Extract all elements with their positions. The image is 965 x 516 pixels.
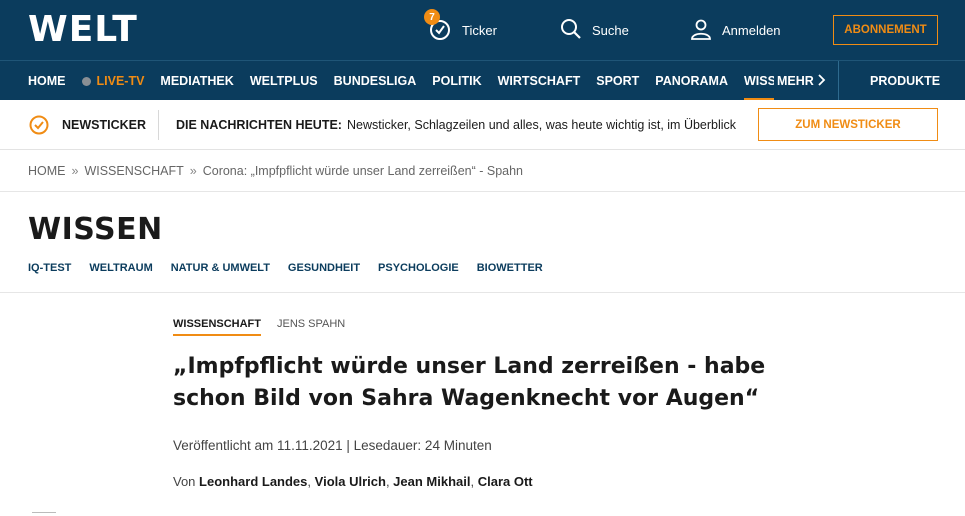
author-link[interactable]: Clara Ott <box>478 474 533 489</box>
section-subnav: IQ-TEST WELTRAUM NATUR & UMWELT GESUNDHE… <box>28 262 561 274</box>
article-topics: WISSENSCHAFT JENS SPAHN <box>173 318 345 336</box>
main-nav: HOME LIVE-TV MEDIATHEK WELTPLUS BUNDESLI… <box>0 60 965 101</box>
nav-item-panorama[interactable]: PANORAMA <box>655 74 728 88</box>
nav-item-live-tv[interactable]: LIVE-TV <box>81 74 145 88</box>
article-meta: Veröffentlicht am 11.11.2021 | Lesedauer… <box>173 438 492 453</box>
nav-products-button[interactable]: PRODUKTE <box>870 61 940 101</box>
nav-more-label: MEHR <box>777 74 814 88</box>
nav-divider <box>838 61 839 101</box>
nav-more-button[interactable]: MEHR <box>777 61 826 101</box>
authors-prefix: Von <box>173 474 196 489</box>
live-dot-icon <box>81 76 91 86</box>
subnav-item-gesundheit[interactable]: GESUNDHEIT <box>288 262 360 274</box>
login-button[interactable]: Anmelden <box>690 0 781 60</box>
newsticker-divider <box>158 110 159 140</box>
welt-logo[interactable]: WELT <box>28 10 138 50</box>
search-icon <box>560 18 582 43</box>
user-icon <box>690 18 712 43</box>
nav-item-sport[interactable]: SPORT <box>596 74 639 88</box>
section-title[interactable]: WISSEN <box>28 212 163 247</box>
breadcrumb-separator: » <box>189 164 197 178</box>
subnav-item-weltraum[interactable]: WELTRAUM <box>89 262 152 274</box>
ticker-count-badge: 7 <box>424 9 440 25</box>
breadcrumb-home[interactable]: HOME <box>28 164 66 178</box>
nav-item-politik[interactable]: POLITIK <box>432 74 481 88</box>
author-link[interactable]: Jean Mikhail <box>393 474 470 489</box>
subnav-item-natur-umwelt[interactable]: NATUR & UMWELT <box>171 262 270 274</box>
breadcrumb-current: Corona: „Impfpflicht würde unser Land ze… <box>202 164 524 178</box>
search-label: Suche <box>592 22 629 38</box>
article-headline: „Impfpflicht würde unser Land zerreißen … <box>173 354 766 411</box>
breadcrumb: HOME » WISSENSCHAFT » Corona: „Impfpflic… <box>28 150 523 192</box>
nav-item-wirtschaft[interactable]: WIRTSCHAFT <box>498 74 581 88</box>
clock-icon: 7 <box>424 9 452 42</box>
newsticker-label: NEWSTICKER <box>62 118 147 132</box>
breadcrumb-separator: » <box>71 164 79 178</box>
ticker-button[interactable]: 7 Ticker <box>424 0 497 60</box>
top-header: WELT 7 Ticker Suche Anmelden ABONNEMENT <box>0 0 965 60</box>
nav-item-weltplus[interactable]: WELTPLUS <box>250 74 318 88</box>
subnav-item-biowetter[interactable]: BIOWETTER <box>477 262 543 274</box>
article-authors: Von Leonhard Landes, Viola Ulrich, Jean … <box>173 474 533 489</box>
divider <box>32 512 56 516</box>
nav-item-home[interactable]: HOME <box>28 74 66 88</box>
author-link[interactable]: Leonhard Landes <box>199 474 307 489</box>
newsticker-headline-link[interactable]: DIE NACHRICHTEN HEUTE: Newsticker, Schla… <box>176 100 736 150</box>
login-label: Anmelden <box>722 22 781 38</box>
clock-check-icon <box>28 114 50 141</box>
nav-item-mediathek[interactable]: MEDIATHEK <box>160 74 233 88</box>
chevron-right-icon <box>818 73 826 89</box>
breadcrumb-wissenschaft[interactable]: WISSENSCHAFT <box>84 164 183 178</box>
newsticker-button[interactable]: ZUM NEWSTICKER <box>758 108 938 141</box>
newsticker-headline-text: Newsticker, Schlagzeilen und alles, was … <box>346 118 737 132</box>
nav-item-bundesliga[interactable]: BUNDESLIGA <box>334 74 417 88</box>
newsticker-headline-prefix: DIE NACHRICHTEN HEUTE: <box>176 118 342 132</box>
nav-item-wissen[interactable]: WISS <box>743 61 774 101</box>
search-button[interactable]: Suche <box>560 0 629 60</box>
subscribe-button[interactable]: ABONNEMENT <box>833 15 938 45</box>
ticker-label: Ticker <box>462 22 497 38</box>
topic-tag-primary[interactable]: WISSENSCHAFT <box>173 318 261 336</box>
author-link[interactable]: Viola Ulrich <box>315 474 386 489</box>
divider <box>0 191 965 192</box>
nav-item-live-tv-label: LIVE-TV <box>96 74 145 88</box>
topic-tag-secondary[interactable]: JENS SPAHN <box>277 318 345 330</box>
subnav-item-psychologie[interactable]: PSYCHOLOGIE <box>378 262 459 274</box>
divider <box>0 292 965 293</box>
subnav-item-iq-test[interactable]: IQ-TEST <box>28 262 71 274</box>
